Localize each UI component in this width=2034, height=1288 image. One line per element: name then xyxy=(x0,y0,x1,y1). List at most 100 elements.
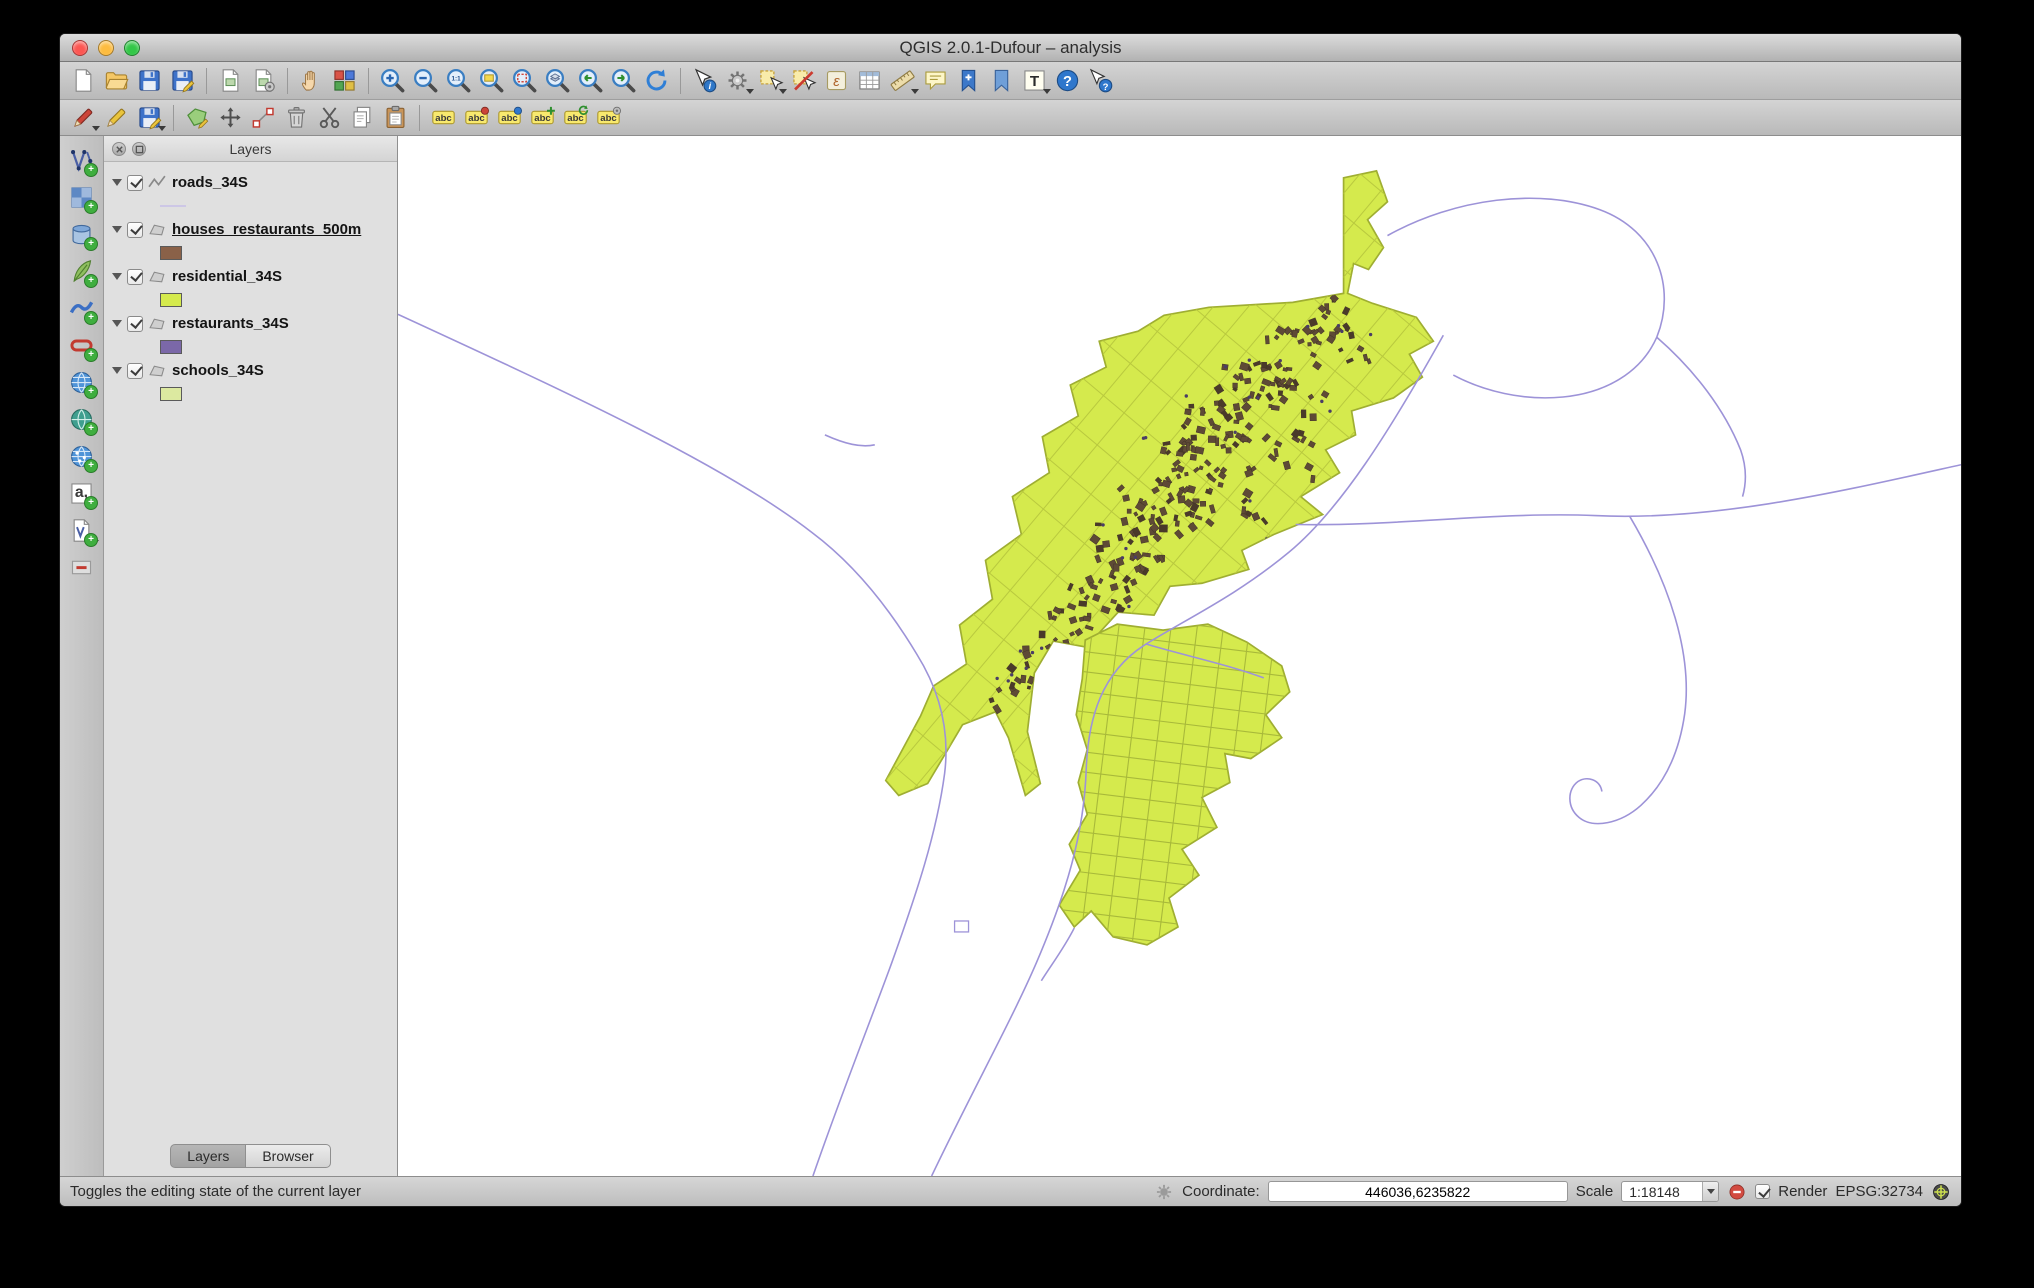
tab-layers[interactable]: Layers xyxy=(170,1144,246,1168)
render-checkbox[interactable] xyxy=(1755,1184,1770,1199)
deselect-features-icon[interactable] xyxy=(788,65,819,96)
layer-name[interactable]: residential_34S xyxy=(172,268,282,285)
paste-features-icon[interactable] xyxy=(380,102,411,133)
zoom-to-selection-icon[interactable] xyxy=(509,65,540,96)
crs-status-icon[interactable] xyxy=(1931,1182,1951,1202)
text-annotation-icon[interactable] xyxy=(1019,65,1050,96)
chevron-down-icon[interactable] xyxy=(1702,1182,1718,1201)
add-vector-layer-icon[interactable] xyxy=(65,144,98,177)
add-wcs-layer-icon[interactable] xyxy=(65,403,98,436)
layers-panel-header[interactable]: Layers xyxy=(104,136,397,162)
tab-browser[interactable]: Browser xyxy=(246,1144,330,1168)
detach-panel-icon[interactable] xyxy=(132,142,146,156)
dropdown-arrow-icon[interactable] xyxy=(158,126,166,131)
zoom-to-layer-icon[interactable] xyxy=(542,65,573,96)
label-rotate-icon[interactable] xyxy=(560,102,591,133)
composer-manager-icon[interactable] xyxy=(248,65,279,96)
whats-this-icon[interactable] xyxy=(1085,65,1116,96)
zoom-last-icon[interactable] xyxy=(575,65,606,96)
layer-symbol-swatch[interactable] xyxy=(160,340,182,354)
layer-visibility-checkbox[interactable] xyxy=(127,175,143,191)
labeling-icon[interactable] xyxy=(428,102,459,133)
field-calculator-icon[interactable] xyxy=(821,65,852,96)
save-project-icon[interactable] xyxy=(134,65,165,96)
add-wfs-layer-icon[interactable] xyxy=(65,440,98,473)
layer-name[interactable]: restaurants_34S xyxy=(172,315,289,332)
pan-map-icon[interactable] xyxy=(296,65,327,96)
move-feature-icon[interactable] xyxy=(215,102,246,133)
map-canvas[interactable] xyxy=(398,136,1961,1176)
crs-label: EPSG:32734 xyxy=(1835,1183,1923,1200)
add-feature-icon[interactable] xyxy=(182,102,213,133)
layer-symbol-swatch[interactable] xyxy=(160,293,182,307)
dropdown-arrow-icon[interactable] xyxy=(746,89,754,94)
add-raster-layer-icon[interactable] xyxy=(65,181,98,214)
layer-visibility-checkbox[interactable] xyxy=(127,316,143,332)
stop-rendering-icon[interactable] xyxy=(1727,1182,1747,1202)
remove-layer-icon[interactable] xyxy=(65,551,98,584)
dropdown-arrow-icon[interactable] xyxy=(91,540,99,545)
layer-name[interactable]: roads_34S xyxy=(172,174,248,191)
layer-symbol-swatch[interactable] xyxy=(160,205,186,207)
scale-combo[interactable]: 1:18148 xyxy=(1621,1181,1719,1202)
collapse-arrow-icon[interactable] xyxy=(112,179,122,186)
show-bookmarks-icon[interactable] xyxy=(986,65,1017,96)
new-composer-icon[interactable] xyxy=(215,65,246,96)
toggle-editing-icon[interactable] xyxy=(101,102,132,133)
run-feature-action-icon[interactable] xyxy=(722,65,753,96)
add-wms-layer-icon[interactable] xyxy=(65,366,98,399)
label-show-hide-icon[interactable] xyxy=(494,102,525,133)
help-contents-icon[interactable] xyxy=(1052,65,1083,96)
dropdown-arrow-icon[interactable] xyxy=(779,89,787,94)
label-properties-icon[interactable] xyxy=(593,102,624,133)
select-features-icon[interactable] xyxy=(755,65,786,96)
collapse-arrow-icon[interactable] xyxy=(112,273,122,280)
new-shapefile-layer-icon[interactable] xyxy=(65,514,98,547)
save-layer-edits-icon[interactable] xyxy=(134,102,165,133)
layer-visibility-checkbox[interactable] xyxy=(127,363,143,379)
zoom-out-icon[interactable] xyxy=(410,65,441,96)
mouse-position-icon[interactable] xyxy=(1154,1182,1174,1202)
add-delimited-text-layer-icon[interactable] xyxy=(65,477,98,510)
map-tips-icon[interactable] xyxy=(920,65,951,96)
label-pin-icon[interactable] xyxy=(461,102,492,133)
layer-name[interactable]: schools_34S xyxy=(172,362,264,379)
title-bar[interactable]: QGIS 2.0.1-Dufour – analysis xyxy=(60,34,1961,62)
add-oracle-layer-icon[interactable] xyxy=(65,329,98,362)
zoom-in-icon[interactable] xyxy=(377,65,408,96)
layer-visibility-checkbox[interactable] xyxy=(127,269,143,285)
current-edits-icon[interactable] xyxy=(68,102,99,133)
measure-line-icon[interactable] xyxy=(887,65,918,96)
node-tool-icon[interactable] xyxy=(248,102,279,133)
dropdown-arrow-icon[interactable] xyxy=(92,126,100,131)
dropdown-arrow-icon[interactable] xyxy=(1043,89,1051,94)
zoom-native-icon[interactable] xyxy=(443,65,474,96)
add-spatialite-layer-icon[interactable] xyxy=(65,255,98,288)
collapse-arrow-icon[interactable] xyxy=(112,320,122,327)
pan-to-selection-icon[interactable] xyxy=(329,65,360,96)
label-move-icon[interactable] xyxy=(527,102,558,133)
add-mssql-layer-icon[interactable] xyxy=(65,292,98,325)
collapse-arrow-icon[interactable] xyxy=(112,226,122,233)
layer-name[interactable]: houses_restaurants_500m xyxy=(172,221,361,238)
delete-selected-icon[interactable] xyxy=(281,102,312,133)
open-attribute-table-icon[interactable] xyxy=(854,65,885,96)
open-project-icon[interactable] xyxy=(101,65,132,96)
zoom-next-icon[interactable] xyxy=(608,65,639,96)
new-project-icon[interactable] xyxy=(68,65,99,96)
layer-symbol-swatch[interactable] xyxy=(160,387,182,401)
collapse-arrow-icon[interactable] xyxy=(112,367,122,374)
zoom-full-icon[interactable] xyxy=(476,65,507,96)
add-postgis-layer-icon[interactable] xyxy=(65,218,98,251)
save-project-as-icon[interactable] xyxy=(167,65,198,96)
layer-visibility-checkbox[interactable] xyxy=(127,222,143,238)
dropdown-arrow-icon[interactable] xyxy=(911,89,919,94)
refresh-map-icon[interactable] xyxy=(641,65,672,96)
new-bookmark-icon[interactable] xyxy=(953,65,984,96)
layer-symbol-swatch[interactable] xyxy=(160,246,182,260)
identify-features-icon[interactable] xyxy=(689,65,720,96)
coordinate-input[interactable] xyxy=(1268,1181,1568,1202)
cut-features-icon[interactable] xyxy=(314,102,345,133)
copy-features-icon[interactable] xyxy=(347,102,378,133)
close-panel-icon[interactable] xyxy=(112,142,126,156)
